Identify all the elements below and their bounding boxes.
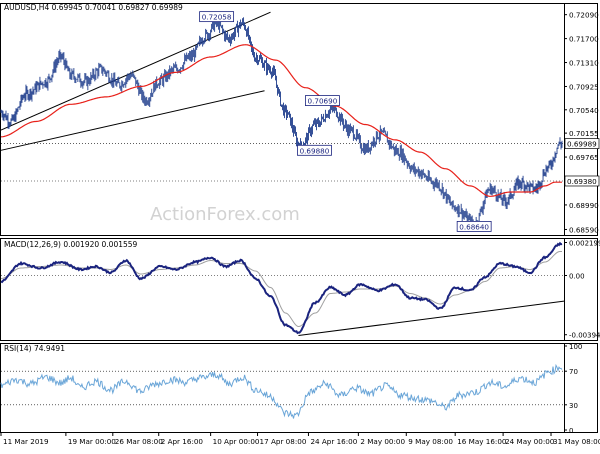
- price-tick-label: 0.71700: [569, 35, 599, 44]
- macd-trendline: [298, 300, 566, 336]
- time-tick-label: 24 Apr 16:00: [310, 437, 357, 446]
- rsi-tick-label: 70: [569, 368, 578, 376]
- rsi-pane: 100 70 30 0 RSI(14) 74.9491: [0, 343, 582, 435]
- price-tick-label: 0.68590: [569, 225, 599, 234]
- rsi-y-axis: 100 70 30 0: [564, 343, 582, 435]
- last-price-label: 0.69989: [567, 140, 597, 149]
- macd-tick-label: -0.003948: [569, 332, 600, 340]
- price-pane: 0.72090 0.71700 0.71310 0.70925 0.70540 0.701…: [0, 3, 600, 234]
- rsi-pane-frame: [0, 343, 598, 433]
- price-annotation-label: 0.70690: [308, 97, 338, 106]
- price-tick-label: 0.71310: [569, 59, 599, 68]
- price-annotation-label: 0.69880: [300, 146, 330, 155]
- macd-tick-label: 0.002199: [569, 240, 600, 248]
- time-tick-label: 10 Apr 00:00: [213, 437, 260, 446]
- price-tick-label: 0.68990: [569, 201, 599, 210]
- price-tick-label: 0.70540: [569, 106, 599, 115]
- candle-series: [0, 16, 563, 231]
- channel-line-1: [0, 11, 271, 131]
- price-tick-label: 0.69765: [569, 153, 599, 162]
- moving-average-line: [1, 44, 562, 197]
- time-x-axis: 11 Mar 2019 19 Mar 00:0026 Mar 08:002 Apr…: [0, 432, 600, 446]
- time-tick-label: 16 May 16:00: [457, 437, 507, 446]
- macd-y-axis: 0.002199 0.00 -0.003948: [564, 240, 600, 340]
- rsi-tick-label: 0: [569, 427, 573, 435]
- rsi-line: [0, 363, 563, 419]
- rsi-grid: [1, 370, 563, 406]
- price-grid: [1, 143, 563, 182]
- macd-tick-label: 0.00: [569, 273, 585, 281]
- price-tick-label: 0.72090: [569, 11, 599, 20]
- price-annotation-label: 0.68640: [459, 222, 489, 231]
- time-tick-label: 11 Mar 2019: [3, 437, 49, 446]
- time-tick-label: 19 Mar 00:00: [68, 437, 116, 446]
- watermark-text: ActionForex.com: [150, 204, 300, 225]
- time-tick-label: 24 May 00:00: [505, 437, 555, 446]
- time-tick-label: 17 Apr 08:00: [260, 437, 307, 446]
- price-pane-title: AUDUSD,H4 0.69945 0.70041 0.69827 0.6998…: [4, 3, 183, 12]
- rsi-tick-label: 100: [569, 343, 582, 351]
- price-annotation-label: 0.72058: [202, 13, 232, 22]
- price-tick-label: 0.70155: [569, 129, 599, 138]
- time-tick-label: 26 Mar 08:00: [115, 437, 163, 446]
- macd-pane-title: MACD(12,26,9) 0.001920 0.001559: [4, 240, 138, 249]
- price-y-axis: 0.72090 0.71700 0.71310 0.70925 0.70540 0.701…: [564, 11, 600, 234]
- time-tick-label: 2 May 00:00: [360, 437, 405, 446]
- macd-signal-line: [0, 251, 562, 328]
- chart-canvas: ActionForex.com 0.720900.717000.713100.7…: [0, 3, 600, 446]
- macd-line: [0, 241, 563, 335]
- time-tick-label: 31 May 08:00: [553, 437, 600, 446]
- rsi-pane-title: RSI(14) 74.9491: [4, 344, 65, 353]
- chart-window: ActionForex.com 0.72090 0.71700 0.71310 0.7…: [0, 0, 600, 450]
- rsi-tick-label: 30: [569, 402, 578, 410]
- ref-price-label: 0.69380: [567, 177, 597, 186]
- time-tick-label: 9 May 08:00: [408, 437, 453, 446]
- price-tick-label: 0.70925: [569, 82, 599, 91]
- time-tick-label: 2 Apr 16:00: [161, 437, 204, 446]
- macd-pane-frame: [0, 238, 598, 341]
- macd-pane: 0.002199 0.00 -0.003948 MACD(12,26,9) 0.00…: [0, 240, 600, 340]
